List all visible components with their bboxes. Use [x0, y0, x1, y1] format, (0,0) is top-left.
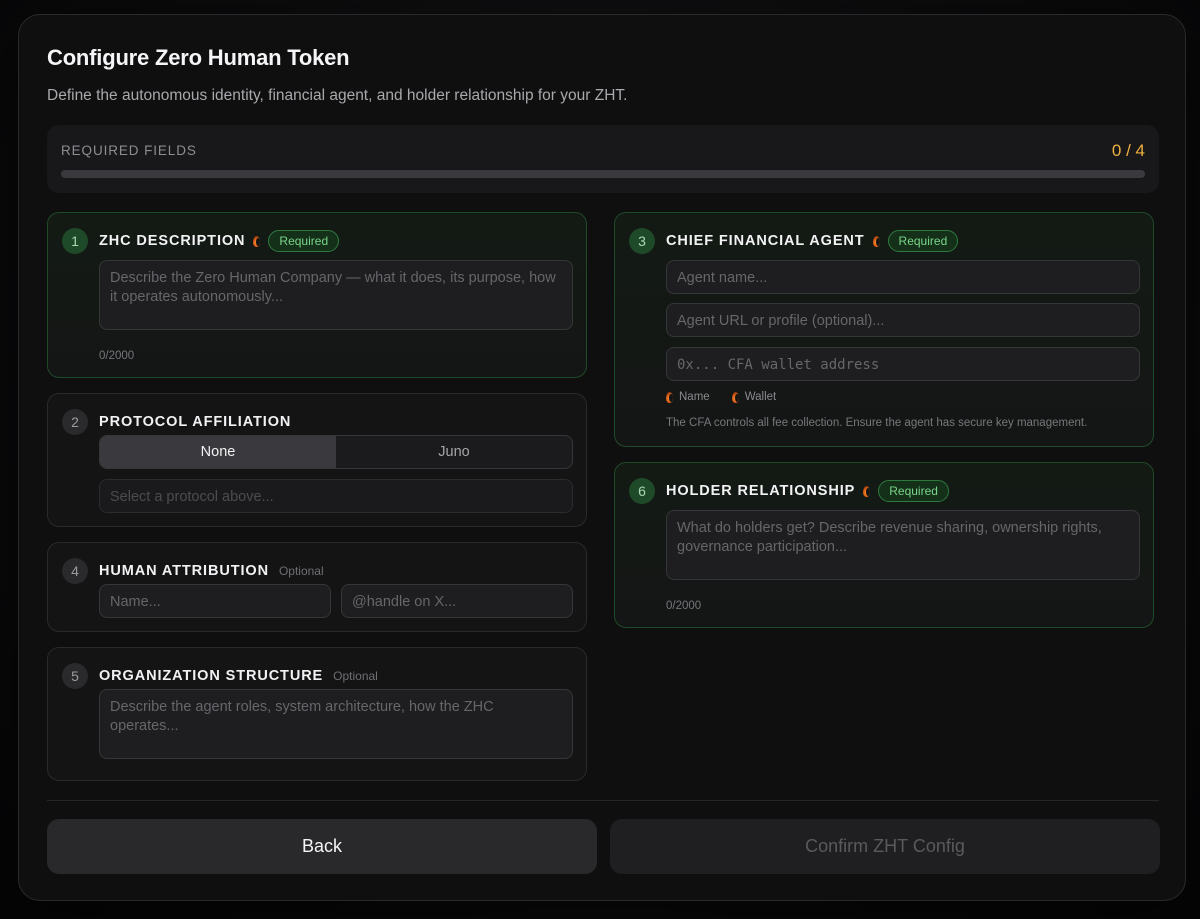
- card-title: HUMAN ATTRIBUTION: [99, 563, 269, 579]
- protocol-select-input[interactable]: Select a protocol above...: [99, 479, 573, 513]
- zhc-description-textarea[interactable]: Describe the Zero Human Company — what i…: [99, 260, 573, 330]
- progress-label: REQUIRED FIELDS: [61, 143, 197, 158]
- cfa-field-status: Name Wallet: [666, 391, 776, 403]
- cfa-note: The CFA controls all fee collection. Ens…: [666, 417, 1088, 429]
- zhc-description-card: 1 ZHC DESCRIPTION Required Describe the …: [47, 212, 587, 378]
- required-badge: Required: [268, 230, 340, 252]
- page-subtitle: Define the autonomous identity, financia…: [47, 87, 628, 104]
- human-name-input[interactable]: Name...: [99, 584, 331, 618]
- cfa-wallet-input[interactable]: 0x... CFA wallet address: [666, 347, 1140, 381]
- char-counter: 0/2000: [666, 600, 702, 612]
- card-title: HOLDER RELATIONSHIP: [666, 483, 856, 499]
- confirm-button[interactable]: Confirm ZHT Config: [610, 819, 1160, 874]
- step-number: 2: [62, 409, 88, 435]
- organization-structure-card: 5 ORGANIZATION STRUCTURE Optional Descri…: [47, 647, 587, 781]
- step-number: 4: [62, 558, 88, 584]
- card-title: ORGANIZATION STRUCTURE: [99, 668, 324, 684]
- step-number: 1: [62, 228, 88, 254]
- holder-relationship-textarea[interactable]: What do holders get? Describe revenue sh…: [666, 510, 1140, 580]
- config-modal: Configure Zero Human Token Define the au…: [18, 14, 1186, 901]
- card-header: ZHC DESCRIPTION Required: [99, 230, 340, 252]
- agent-name-input[interactable]: Agent name...: [666, 260, 1140, 294]
- card-title: CHIEF FINANCIAL AGENT: [666, 233, 865, 249]
- card-header: CHIEF FINANCIAL AGENT Required: [666, 230, 959, 252]
- step-number: 3: [629, 228, 655, 254]
- optional-label: Optional: [278, 564, 324, 578]
- flame-icon: [666, 391, 673, 403]
- card-header: HUMAN ATTRIBUTION Optional: [99, 560, 324, 582]
- flame-icon: [253, 235, 261, 247]
- step-number: 6: [629, 478, 655, 504]
- required-badge: Required: [878, 480, 949, 502]
- card-header: ORGANIZATION STRUCTURE Optional: [99, 665, 378, 687]
- progress-count: 0 / 4: [1111, 141, 1145, 160]
- legend-wallet: Wallet: [744, 391, 777, 403]
- card-header: HOLDER RELATIONSHIP Required: [666, 480, 949, 502]
- organization-structure-textarea[interactable]: Describe the agent roles, system archite…: [99, 689, 573, 759]
- char-counter: 0/2000: [99, 350, 135, 362]
- flame-icon: [731, 391, 739, 403]
- card-title: PROTOCOL AFFILIATION: [99, 414, 292, 430]
- x-handle-input[interactable]: @handle on X...: [341, 584, 573, 618]
- required-fields-progress: REQUIRED FIELDS 0 / 4: [47, 125, 1159, 193]
- protocol-option-none[interactable]: None: [100, 436, 336, 468]
- protocol-segmented-control: None Juno: [99, 435, 573, 469]
- optional-label: Optional: [333, 669, 378, 683]
- card-header: PROTOCOL AFFILIATION: [99, 411, 291, 433]
- back-button[interactable]: Back: [47, 819, 597, 874]
- holder-relationship-card: 6 HOLDER RELATIONSHIP Required What do h…: [614, 462, 1154, 628]
- footer-divider: [47, 800, 1159, 801]
- agent-url-input[interactable]: Agent URL or profile (optional)...: [666, 303, 1140, 337]
- step-number: 5: [62, 663, 88, 689]
- required-badge: Required: [887, 230, 959, 252]
- human-attribution-card: 4 HUMAN ATTRIBUTION Optional Name... @ha…: [47, 542, 587, 632]
- legend-name: Name: [679, 391, 710, 403]
- progress-track: [61, 170, 1145, 178]
- page-title: Configure Zero Human Token: [47, 45, 350, 70]
- flame-icon: [872, 235, 880, 247]
- protocol-affiliation-card: 2 PROTOCOL AFFILIATION None Juno Select …: [47, 393, 587, 527]
- protocol-option-juno[interactable]: Juno: [336, 436, 572, 468]
- card-title: ZHC DESCRIPTION: [99, 233, 246, 249]
- chief-financial-agent-card: 3 CHIEF FINANCIAL AGENT Required Agent n…: [614, 212, 1154, 447]
- flame-icon: [863, 485, 871, 497]
